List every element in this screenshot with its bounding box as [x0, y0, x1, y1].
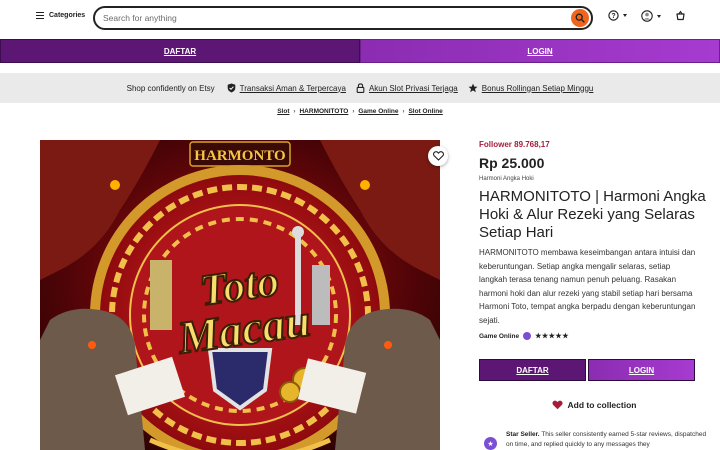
trust-item-privacy[interactable]: Akun Slot Privasi Terjaga [356, 83, 458, 93]
user-avatar-icon [641, 10, 653, 22]
categories-label: Categories [49, 12, 86, 19]
star-seller-info: ★ Star Seller. This seller consistently … [484, 430, 714, 450]
top-action-bar: DAFTAR LOGIN [0, 39, 720, 63]
chevron-right-icon: › [293, 108, 296, 115]
star-icon [468, 83, 478, 93]
star-seller-text: Star Seller. This seller consistently ea… [506, 430, 714, 450]
artwork-logo-text: HARMONTO [194, 148, 285, 164]
search-icon [575, 13, 585, 23]
categories-button[interactable]: Categories [36, 12, 85, 19]
breadcrumb-link[interactable]: HARMONITOTO [299, 108, 348, 115]
buy-login-button[interactable]: LOGIN [588, 359, 695, 381]
svg-text:?: ? [611, 13, 615, 20]
trust-item-secure-transaction[interactable]: Transaksi Aman & Terpercaya [227, 83, 346, 93]
breadcrumb-link[interactable]: Game Online [358, 108, 398, 115]
heart-filled-icon [551, 400, 563, 410]
category-label[interactable]: Game Online [479, 333, 519, 340]
trust-bar: Shop confidently on Etsy Transaksi Aman … [0, 73, 720, 103]
cart-button[interactable] [675, 10, 686, 21]
shield-check-icon [227, 83, 235, 93]
star-seller-badge-icon [523, 332, 532, 340]
favorite-button[interactable] [428, 146, 448, 166]
product-meta: Game Online ★★★★★ [479, 332, 709, 340]
star-seller-icon: ★ [484, 437, 497, 450]
breadcrumb-link[interactable]: Slot [277, 108, 289, 115]
add-to-collection-label: Add to collection [567, 400, 637, 410]
help-menu-button[interactable]: ? [608, 10, 627, 21]
search-button[interactable] [571, 9, 589, 27]
search-bar [93, 6, 593, 30]
lock-icon [356, 83, 365, 93]
chevron-right-icon: › [402, 108, 405, 115]
cart-icon [676, 10, 685, 21]
account-menu-button[interactable] [641, 10, 661, 22]
follower-count: Follower 89.768,17 [479, 140, 550, 149]
trust-item-bonus[interactable]: Bonus Rollingan Setiap Minggu [468, 83, 594, 93]
buy-daftar-button[interactable]: DAFTAR [479, 359, 586, 381]
product-description: HARMONITOTO membawa keseimbangan antara … [479, 248, 696, 325]
shop-name[interactable]: Harmoni Angka Hoki [479, 176, 709, 182]
add-to-collection-button[interactable]: Add to collection [479, 400, 709, 410]
top-header: Categories ? [0, 0, 720, 38]
login-button[interactable]: LOGIN [360, 39, 720, 63]
chevron-down-icon [657, 14, 661, 18]
buy-actions: DAFTAR LOGIN [479, 359, 695, 381]
trust-item-label: Akun Slot Privasi Terjaga [368, 83, 458, 93]
trust-bar-lead: Shop confidently on Etsy [126, 83, 215, 93]
chevron-down-icon [623, 14, 627, 17]
help-icon: ? [608, 10, 619, 21]
chevron-right-icon: › [352, 108, 355, 115]
product-price: Rp 25.000 [479, 155, 545, 171]
trust-item-label: Bonus Rollingan Setiap Minggu [481, 83, 594, 93]
breadcrumb: Slot › HARMONITOTO › Game Online › Slot … [0, 108, 720, 115]
trust-item-label: Transaksi Aman & Terpercaya [239, 83, 346, 93]
heart-icon [432, 151, 444, 161]
product-title: HARMONITOTO | Harmoni Angka Hoki & Alur … [479, 188, 706, 241]
product-image[interactable]: HARMONTO Toto Macau [40, 140, 440, 450]
menu-icon [36, 12, 44, 19]
daftar-button[interactable]: DAFTAR [0, 39, 360, 63]
rating-stars: ★★★★★ [535, 333, 569, 340]
star-seller-title: Star Seller. [506, 431, 540, 438]
search-input[interactable] [103, 13, 543, 23]
breadcrumb-link[interactable]: Slot Online [408, 108, 442, 115]
product-info: Follower 89.768,17 Rp 25.000 Harmoni Ang… [479, 140, 709, 340]
product-artwork: HARMONTO Toto Macau [40, 140, 440, 450]
